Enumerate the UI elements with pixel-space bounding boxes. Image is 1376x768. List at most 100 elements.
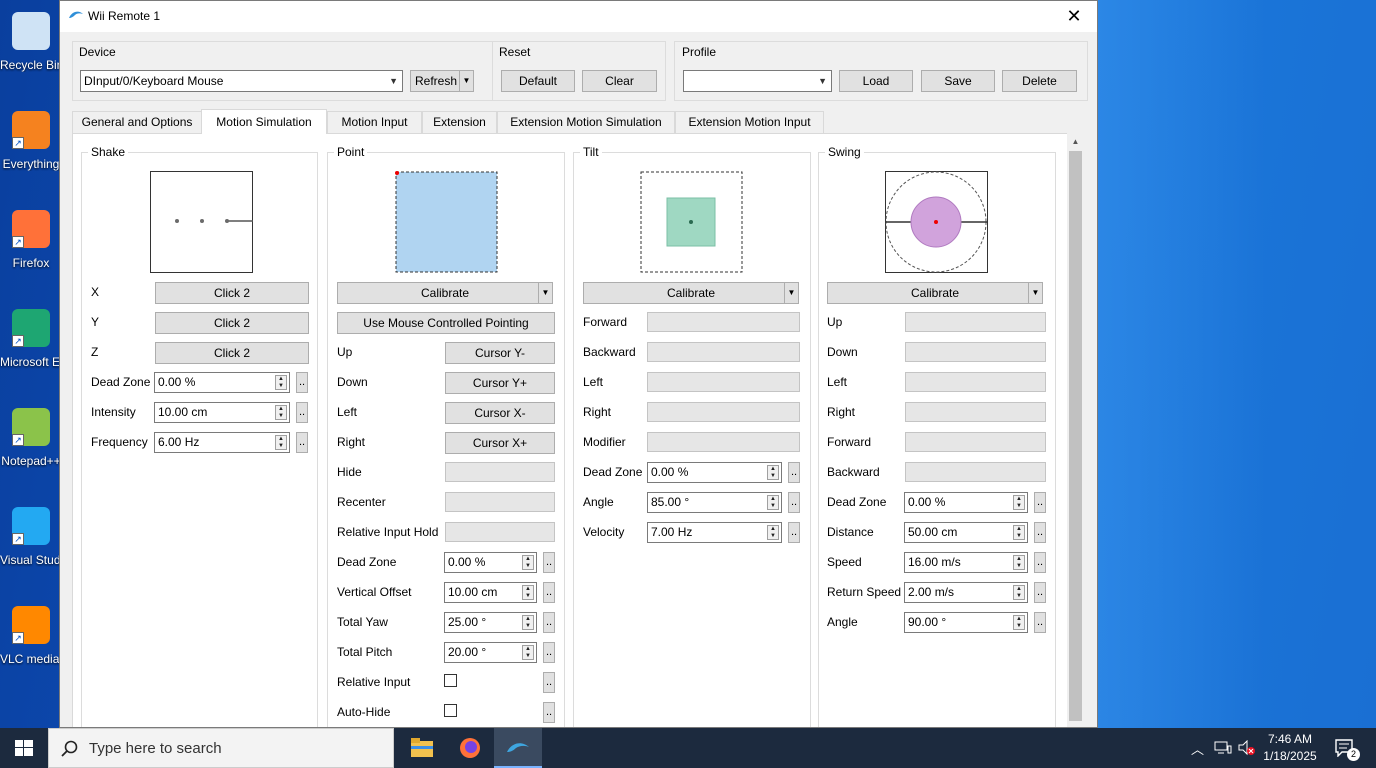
point-dead-zone-more-button[interactable]: .. [543,552,555,573]
clear-button[interactable]: Clear [582,70,657,92]
taskbar-file-explorer[interactable] [398,728,446,768]
shake-z-binding[interactable]: Click 2 [155,342,309,364]
vertical-scrollbar[interactable]: ▲ [1067,133,1084,727]
delete-button[interactable]: Delete [1002,70,1077,92]
spin-updown-icon[interactable]: ▲ ▼ [767,465,779,480]
use-mouse-pointing-button[interactable]: Use Mouse Controlled Pointing [337,312,555,334]
load-button[interactable]: Load [839,70,913,92]
desktop-icon-edge[interactable]: ↗ Microsoft Edge [0,303,62,389]
swing-return-speed-input[interactable]: 2.00 m/s ▲ ▼ [904,582,1028,603]
swing-dead-zone-more-button[interactable]: .. [1034,492,1046,513]
device-select[interactable]: DInput/0/Keyboard Mouse ▼ [80,70,403,92]
calibrate-dropdown-icon[interactable]: ▼ [538,283,552,303]
point-right-binding[interactable]: Cursor X+ [445,432,555,454]
tilt-left-binding[interactable] [647,372,800,392]
swing-speed-more-button[interactable]: .. [1034,552,1046,573]
swing-right-binding[interactable] [905,402,1046,422]
desktop-icon-firefox[interactable]: ↗ Firefox [0,204,60,290]
point-auto-hide-checkbox[interactable] [444,704,457,717]
swing-speed-input[interactable]: 16.00 m/s ▲ ▼ [904,552,1028,573]
swing-return-speed-more-button[interactable]: .. [1034,582,1046,603]
desktop-icon-everything-search[interactable]: ↗ Everything [0,105,60,191]
shake-intensity-input[interactable]: 10.00 cm ▲ ▼ [154,402,290,423]
tab-extension[interactable]: Extension [422,111,497,133]
taskbar-firefox[interactable] [446,728,494,768]
tilt-velocity-more-button[interactable]: .. [788,522,800,543]
swing-down-binding[interactable] [905,342,1046,362]
point-relative-input-checkbox[interactable] [444,674,457,687]
point-auto-hide-more-button[interactable]: .. [543,702,555,723]
tab-extension-motion-simulation[interactable]: Extension Motion Simulation [497,111,675,133]
spin-updown-icon[interactable]: ▲ ▼ [1013,585,1025,600]
tilt-modifier-binding[interactable] [647,432,800,452]
tray-clock[interactable]: 7:46 AM 1/18/2025 [1262,728,1318,768]
point-recenter-binding[interactable] [445,492,555,512]
desktop-icon-vscode[interactable]: ↗ Visual Studio Code [0,501,62,587]
swing-distance-more-button[interactable]: .. [1034,522,1046,543]
profile-select[interactable]: ▼ [683,70,832,92]
desktop-icon-vlc[interactable]: ↗ VLC media player [0,600,62,686]
point-up-binding[interactable]: Cursor Y- [445,342,555,364]
spin-updown-icon[interactable]: ▲ ▼ [522,585,534,600]
point-relative-input-more-button[interactable]: .. [543,672,555,693]
tab-general-and-options[interactable]: General and Options [72,111,202,133]
taskbar-dolphin[interactable] [494,728,542,768]
shake-x-binding[interactable]: Click 2 [155,282,309,304]
point-total-pitch-input[interactable]: 20.00 ° ▲ ▼ [444,642,537,663]
start-button[interactable] [0,728,48,768]
spin-updown-icon[interactable]: ▲ ▼ [275,405,287,420]
tilt-calibrate-button[interactable]: Calibrate ▼ [583,282,799,304]
swing-up-binding[interactable] [905,312,1046,332]
spin-updown-icon[interactable]: ▲ ▼ [1013,555,1025,570]
point-calibrate-button[interactable]: Calibrate ▼ [337,282,553,304]
tilt-velocity-input[interactable]: 7.00 Hz ▲ ▼ [647,522,782,543]
point-total-pitch-more-button[interactable]: .. [543,642,555,663]
shake-y-binding[interactable]: Click 2 [155,312,309,334]
point-vertical-offset-input[interactable]: 10.00 cm ▲ ▼ [444,582,537,603]
tray-volume[interactable] [1236,728,1258,768]
tilt-dead-zone-more-button[interactable]: .. [788,462,800,483]
shake-dead-zone-input[interactable]: 0.00 % ▲ ▼ [154,372,290,393]
spin-updown-icon[interactable]: ▲ ▼ [522,615,534,630]
spin-updown-icon[interactable]: ▲ ▼ [767,525,779,540]
calibrate-dropdown-icon[interactable]: ▼ [784,283,798,303]
spin-updown-icon[interactable]: ▲ ▼ [1013,495,1025,510]
point-down-binding[interactable]: Cursor Y+ [445,372,555,394]
tray-network[interactable] [1212,728,1234,768]
scrollbar-thumb[interactable] [1069,151,1082,721]
point-total-yaw-more-button[interactable]: .. [543,612,555,633]
scroll-up-icon[interactable]: ▲ [1067,133,1084,151]
desktop-icon-recycle-bin[interactable]: Recycle Bin [0,6,62,92]
spin-updown-icon[interactable]: ▲ ▼ [522,555,534,570]
shake-frequency-input[interactable]: 6.00 Hz ▲ ▼ [154,432,290,453]
shake-frequency-more-button[interactable]: .. [296,432,308,453]
tab-motion-input[interactable]: Motion Input [327,111,422,133]
swing-angle-more-button[interactable]: .. [1034,612,1046,633]
shake-dead-zone-more-button[interactable]: .. [296,372,308,393]
tilt-backward-binding[interactable] [647,342,800,362]
tilt-angle-input[interactable]: 85.00 ° ▲ ▼ [647,492,782,513]
swing-dead-zone-input[interactable]: 0.00 % ▲ ▼ [904,492,1028,513]
point-left-binding[interactable]: Cursor X- [445,402,555,424]
tilt-forward-binding[interactable] [647,312,800,332]
swing-distance-input[interactable]: 50.00 cm ▲ ▼ [904,522,1028,543]
spin-updown-icon[interactable]: ▲ ▼ [1013,615,1025,630]
point-dead-zone-input[interactable]: 0.00 % ▲ ▼ [444,552,537,573]
tilt-right-binding[interactable] [647,402,800,422]
tab-motion-simulation[interactable]: Motion Simulation [201,109,327,134]
spin-updown-icon[interactable]: ▲ ▼ [522,645,534,660]
swing-calibrate-button[interactable]: Calibrate ▼ [827,282,1043,304]
swing-left-binding[interactable] [905,372,1046,392]
spin-updown-icon[interactable]: ▲ ▼ [1013,525,1025,540]
swing-forward-binding[interactable] [905,432,1046,452]
spin-updown-icon[interactable]: ▲ ▼ [767,495,779,510]
shake-intensity-more-button[interactable]: .. [296,402,308,423]
desktop-icon-notepad-plus-plus[interactable]: ↗ Notepad++ [0,402,61,488]
tilt-angle-more-button[interactable]: .. [788,492,800,513]
tray-overflow-button[interactable]: ︿ [1188,728,1208,768]
point-total-yaw-input[interactable]: 25.00 ° ▲ ▼ [444,612,537,633]
point-hide-binding[interactable] [445,462,555,482]
spin-updown-icon[interactable]: ▲ ▼ [275,435,287,450]
swing-angle-input[interactable]: 90.00 ° ▲ ▼ [904,612,1028,633]
refresh-button[interactable]: Refresh ▼ [410,70,474,92]
